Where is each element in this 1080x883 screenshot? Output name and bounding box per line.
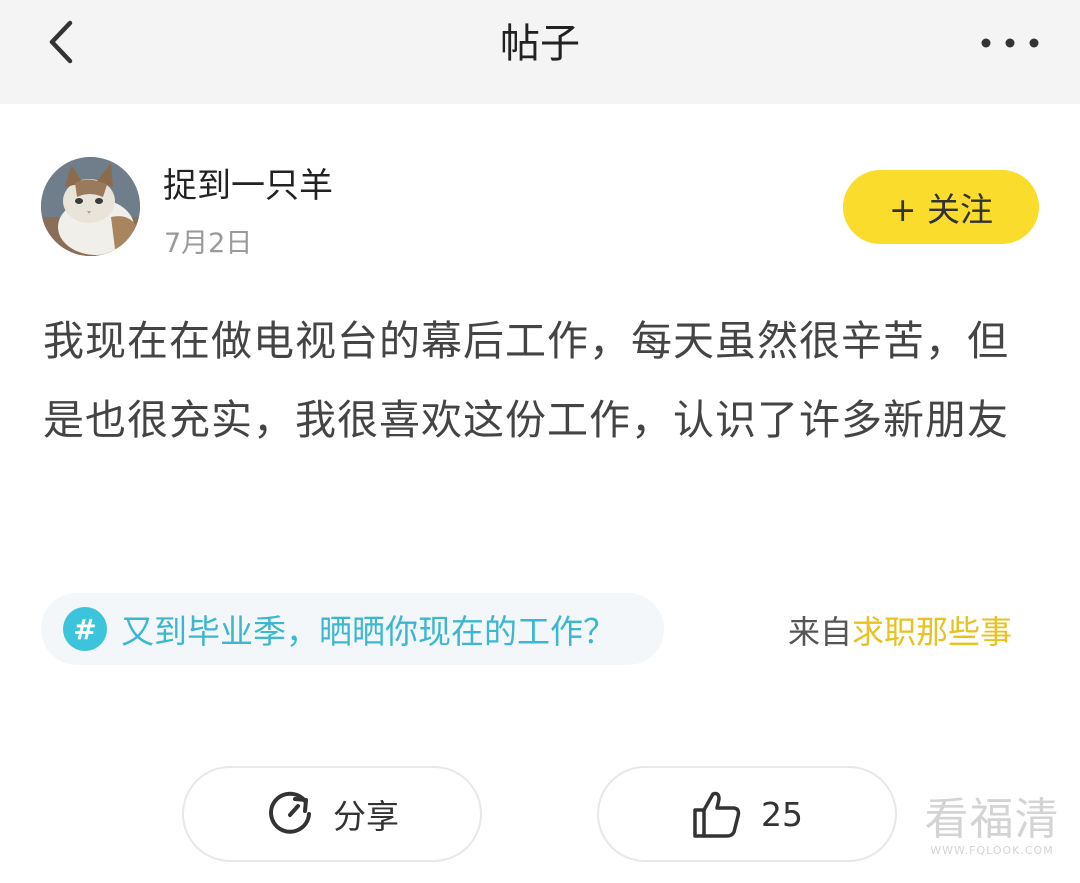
- topic-text: 又到毕业季，晒晒你现在的工作？: [121, 612, 616, 651]
- source-prefix: 来自: [788, 613, 853, 651]
- post-date: 7月2日: [164, 228, 253, 259]
- chevron-left-icon: [49, 20, 73, 64]
- avatar[interactable]: [41, 157, 140, 256]
- author-name[interactable]: 捉到一只羊: [163, 162, 333, 210]
- source-line: 来自求职那些事: [788, 610, 1012, 654]
- thumbs-up-icon: [693, 791, 741, 838]
- source-channel-link[interactable]: 求职那些事: [852, 613, 1012, 651]
- post-content: 我现在在做电视台的幕后工作，每天虽然很辛苦，但是也很充实，我很喜欢这份工作，认识…: [43, 317, 1009, 444]
- watermark-url: WWW.FQLOOK.COM: [930, 844, 1054, 857]
- back-button[interactable]: [30, 12, 90, 72]
- like-count: 25: [761, 794, 803, 834]
- more-button[interactable]: [970, 18, 1050, 68]
- watermark-text: 看福清: [924, 794, 1060, 845]
- more-horizontal-icon: [981, 38, 1039, 48]
- watermark: 看福清 WWW.FQLOOK.COM: [922, 796, 1062, 858]
- like-button[interactable]: 25: [597, 766, 897, 862]
- post-detail-page: 帖子 捉到一只羊 7月2日 + 关注 我现在在做电视台的幕后工作，每天虽然很辛苦…: [0, 0, 1080, 883]
- topic-chip[interactable]: # 又到毕业季，晒晒你现在的工作？: [41, 593, 664, 665]
- share-button[interactable]: 分享: [182, 766, 482, 862]
- page-title: 帖子: [500, 21, 580, 67]
- hashtag-icon: #: [63, 607, 107, 651]
- follow-button[interactable]: + 关注: [843, 170, 1039, 244]
- share-refresh-icon: [269, 791, 311, 834]
- cat-avatar-icon: [41, 157, 140, 256]
- share-label: 分享: [333, 797, 399, 836]
- top-bar: 帖子: [0, 0, 1080, 104]
